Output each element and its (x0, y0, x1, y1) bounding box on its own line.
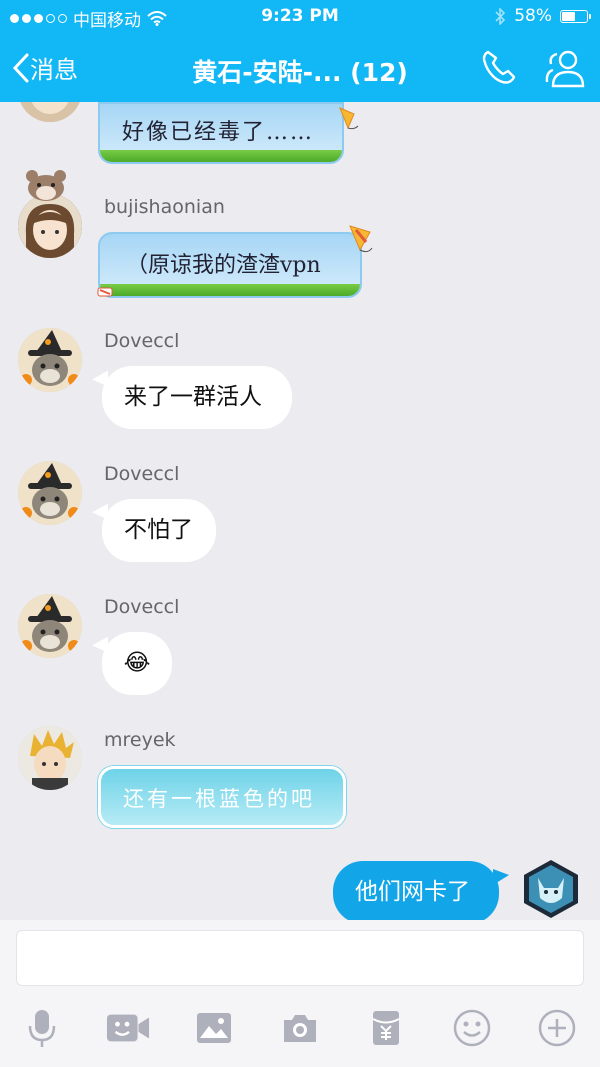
video-button[interactable] (106, 1006, 150, 1050)
microphone-icon (28, 1010, 56, 1047)
my-avatar[interactable] (520, 858, 582, 920)
avatar[interactable] (18, 594, 82, 658)
avatar[interactable] (18, 102, 82, 122)
video-icon (106, 1014, 150, 1042)
kite-icon (339, 107, 359, 130)
message-text: 他们网卡了 (355, 879, 470, 905)
red-packet-button[interactable] (364, 1006, 408, 1050)
message-input[interactable] (16, 930, 584, 986)
candy-icon (97, 287, 113, 297)
input-bar (0, 920, 600, 1067)
image-button[interactable] (192, 1006, 236, 1050)
message-text: 还有一根蓝色的吧 (123, 787, 315, 811)
message-bubble[interactable]: （原谅我的渣渣vpn (98, 232, 362, 298)
avatar[interactable] (18, 194, 82, 258)
message-text: （原谅我的渣渣vpn (126, 253, 321, 278)
navigation-bar: 消息 黄石-安陆-... (12) (0, 36, 600, 100)
message-text: 😂 (123, 650, 151, 676)
avatar[interactable] (18, 726, 82, 790)
more-button[interactable] (535, 1006, 579, 1050)
plus-icon (538, 1009, 576, 1047)
phone-icon (482, 50, 516, 84)
camera-icon (284, 1015, 316, 1042)
bluetooth-icon (495, 7, 506, 25)
sender-name: mreyek (104, 729, 176, 751)
message-bubble[interactable]: 好像已经毒了…… (98, 102, 344, 164)
message-text: 来了一群活人 (124, 384, 262, 410)
chat-messages[interactable]: 好像已经毒了…… bujishaonian （原谅我的渣渣vpn Doveccl… (0, 102, 600, 920)
red-packet-icon (372, 1011, 400, 1045)
group-members-button[interactable] (543, 48, 587, 92)
avatar[interactable] (18, 461, 82, 525)
message-bubble[interactable]: 不怕了 (102, 499, 216, 562)
emoji-icon (453, 1009, 491, 1047)
kite-icon (349, 225, 373, 253)
voice-button[interactable] (20, 1006, 64, 1050)
message-bubble[interactable]: 还有一根蓝色的吧 (98, 766, 346, 828)
avatar[interactable] (18, 328, 82, 392)
message-text: 好像已经毒了…… (122, 120, 315, 145)
sender-name: Doveccl (104, 463, 180, 485)
image-icon (197, 1013, 231, 1043)
battery-percent: 58% (514, 6, 552, 26)
message-bubble[interactable]: 来了一群活人 (102, 366, 292, 429)
battery-group: 58% (495, 6, 591, 26)
phone-call-button[interactable] (480, 48, 518, 90)
hamster-pendant-icon (26, 170, 66, 201)
sender-name: Doveccl (104, 596, 180, 618)
status-bar: 中国移动 9:23 PM 58% (0, 0, 600, 34)
header: 中国移动 9:23 PM 58% 消息 黄石-安陆-... (12) (0, 0, 600, 102)
camera-button[interactable] (278, 1006, 322, 1050)
group-icon (545, 50, 585, 88)
sender-name: bujishaonian (104, 196, 225, 218)
my-message-bubble[interactable]: 他们网卡了 (333, 861, 509, 920)
sender-name: Doveccl (104, 330, 180, 352)
battery-icon (560, 9, 591, 23)
message-text: 不怕了 (124, 517, 193, 543)
emoji-button[interactable] (450, 1006, 494, 1050)
message-bubble[interactable]: 😂 (102, 632, 172, 695)
